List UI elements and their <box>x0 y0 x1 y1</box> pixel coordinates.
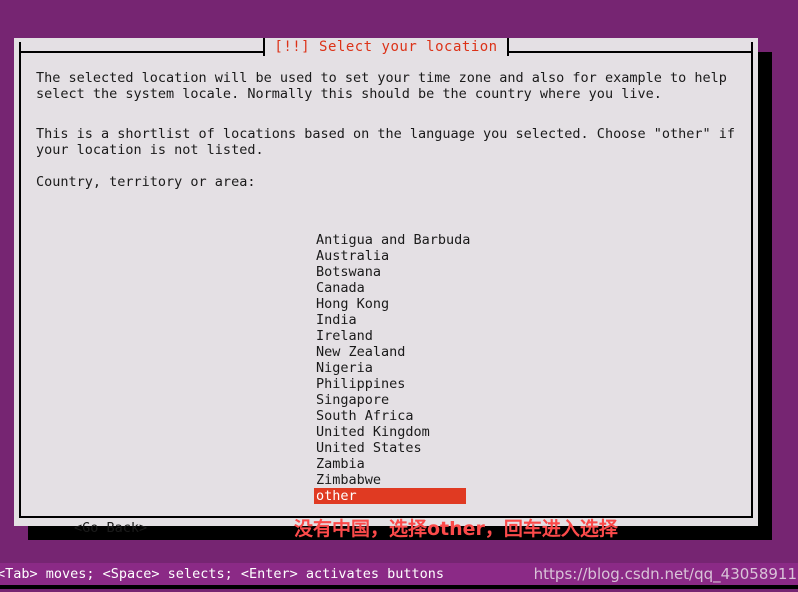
go-back-button[interactable]: <Go Back> <box>74 520 147 536</box>
shortlist-paragraph: This is a shortlist of locations based o… <box>36 126 756 158</box>
list-item[interactable]: Ireland <box>314 328 478 344</box>
dialog-title-bar: [!!] Select your location <box>19 38 753 56</box>
dialog-content: The selected location will be used to se… <box>36 70 740 514</box>
list-item[interactable]: Philippines <box>314 376 478 392</box>
country-list[interactable]: Antigua and Barbuda Australia Botswana C… <box>314 232 478 504</box>
status-bar: <Tab> moves; <Space> selects; <Enter> ac… <box>0 563 798 585</box>
title-rule-left <box>19 42 263 53</box>
list-item[interactable]: Botswana <box>314 264 478 280</box>
list-item[interactable]: Canada <box>314 280 478 296</box>
list-item[interactable]: Hong Kong <box>314 296 478 312</box>
watermark-url: https://blog.csdn.net/qq_43058911 <box>534 564 797 584</box>
list-item[interactable]: India <box>314 312 478 328</box>
intro-paragraph: The selected location will be used to se… <box>36 70 756 102</box>
list-item[interactable]: United States <box>314 440 478 456</box>
list-item[interactable]: Australia <box>314 248 478 264</box>
country-field-label: Country, territory or area: <box>36 174 255 190</box>
list-item[interactable]: South Africa <box>314 408 478 424</box>
list-item[interactable]: Zambia <box>314 456 478 472</box>
list-item[interactable]: Zimbabwe <box>314 472 478 488</box>
chinese-annotation-overlay: 没有中国，选择other，回车进入选择 <box>294 517 618 541</box>
dialog-title: [!!] Select your location <box>265 38 506 56</box>
select-location-dialog: [!!] Select your location The selected l… <box>14 38 758 526</box>
list-item-selected[interactable]: other <box>314 488 466 504</box>
list-item[interactable]: Nigeria <box>314 360 478 376</box>
list-item[interactable]: Antigua and Barbuda <box>314 232 478 248</box>
list-item[interactable]: Singapore <box>314 392 478 408</box>
title-rule-right <box>509 42 753 53</box>
keyboard-hint-text: <Tab> moves; <Space> selects; <Enter> ac… <box>0 565 444 583</box>
list-item[interactable]: United Kingdom <box>314 424 478 440</box>
list-item[interactable]: New Zealand <box>314 344 478 360</box>
